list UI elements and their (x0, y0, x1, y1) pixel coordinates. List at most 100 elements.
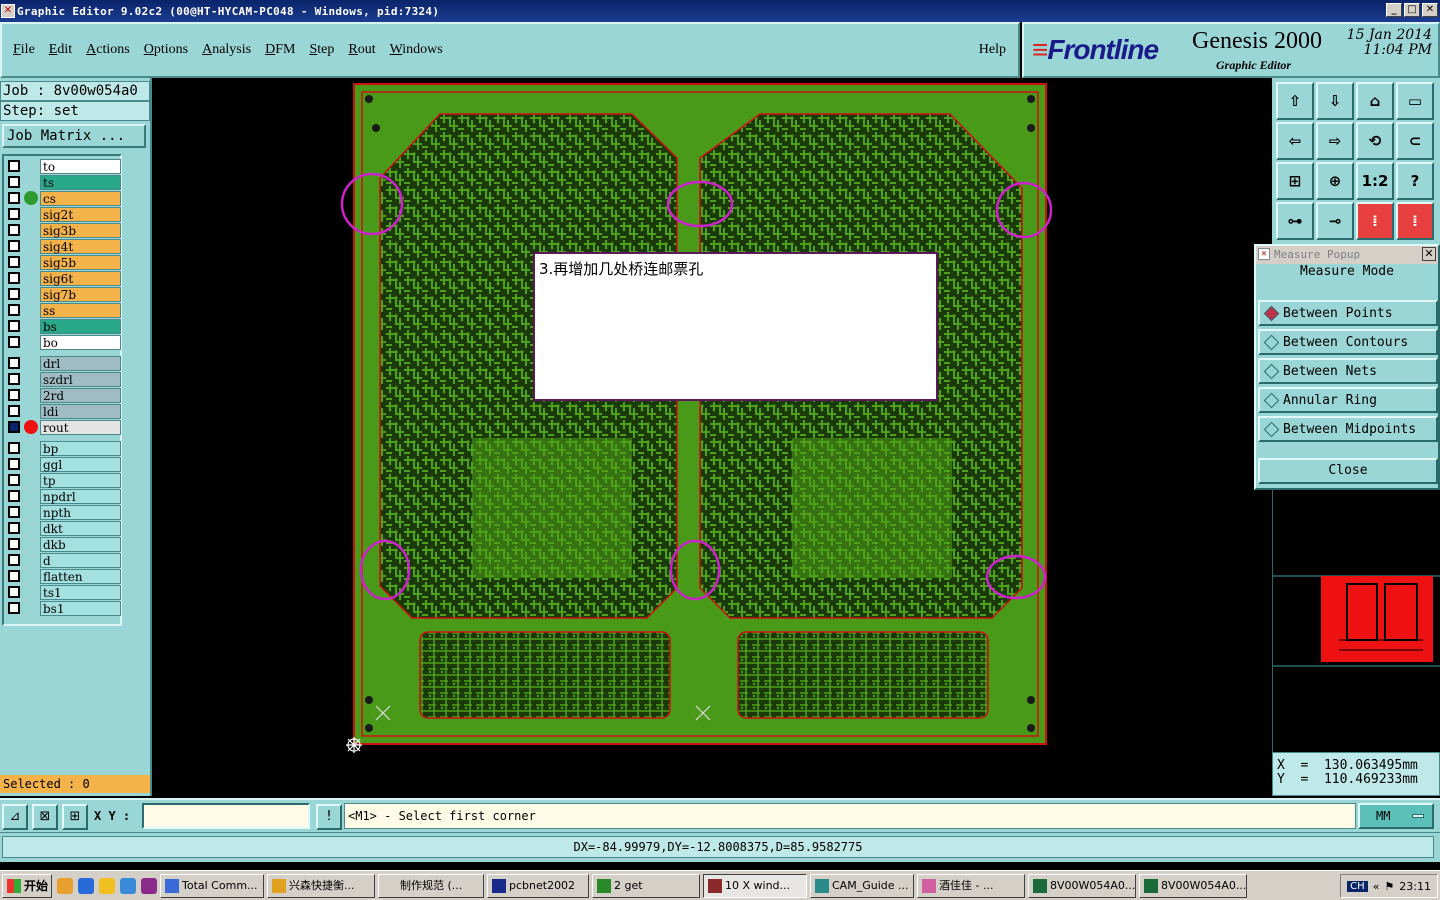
taskbar-item[interactable]: CAM_Guide ... (810, 873, 914, 898)
grid-mode-icon[interactable]: ⊞ (62, 804, 88, 830)
layer-checkbox[interactable] (8, 208, 20, 220)
fill-icon[interactable]: ⊞ (1276, 162, 1314, 200)
alert-icon[interactable]: ! (316, 804, 342, 830)
menu-analysis[interactable]: Analysis (195, 42, 258, 58)
pan-left-icon[interactable]: ⇦ (1276, 122, 1314, 160)
layer-checkbox[interactable] (8, 192, 20, 204)
layer-checkbox[interactable] (8, 176, 20, 188)
layer-row-ts1[interactable]: ts1 (5, 584, 121, 600)
measure-option-between-midpoints[interactable]: Between Midpoints (1258, 416, 1438, 442)
layer-display-indicator[interactable] (24, 569, 38, 583)
layer-display-indicator[interactable] (24, 388, 38, 402)
layer-display-indicator[interactable] (24, 404, 38, 418)
layer-display-indicator[interactable] (24, 175, 38, 189)
layer-display-indicator[interactable] (24, 585, 38, 599)
layer-name[interactable]: drl (40, 355, 121, 371)
layer-display-indicator[interactable] (24, 255, 38, 269)
layer-checkbox[interactable] (8, 442, 20, 454)
layer-checkbox[interactable] (8, 160, 20, 172)
layer-row-dkb[interactable]: dkb (5, 536, 121, 552)
layer-row-flatten[interactable]: flatten (5, 568, 121, 584)
layer-checkbox[interactable] (8, 224, 20, 236)
layer-checkbox[interactable] (8, 320, 20, 332)
layer-row-drl[interactable]: drl (5, 355, 121, 371)
layer-row-sig3b[interactable]: sig3b (5, 222, 121, 238)
minimize-button[interactable]: _ (1386, 3, 1402, 17)
layer-checkbox[interactable] (8, 405, 20, 417)
menu-edit[interactable]: Edit (42, 42, 79, 58)
menu-actions[interactable]: Actions (79, 42, 137, 58)
layer-name[interactable]: npth (40, 504, 121, 520)
layer-name[interactable]: tp (40, 472, 121, 488)
layer-display-indicator[interactable] (24, 319, 38, 333)
layer-checkbox[interactable] (8, 336, 20, 348)
layer-checkbox[interactable] (8, 554, 20, 566)
pcb-drawing[interactable] (152, 78, 1272, 796)
layer-row-ss[interactable]: ss (5, 302, 121, 318)
layer-name[interactable]: rout (40, 419, 121, 435)
xy-input[interactable] (142, 803, 310, 829)
layer-checkbox[interactable] (8, 373, 20, 385)
layer-name[interactable]: sig6t (40, 270, 121, 286)
layer-display-indicator[interactable] (24, 553, 38, 567)
layer-display-indicator[interactable] (24, 191, 38, 205)
menu-step[interactable]: Step (302, 42, 341, 58)
layer-display-indicator[interactable] (24, 303, 38, 317)
scale-icon[interactable]: 1:2 (1356, 162, 1394, 200)
units-select[interactable]: MM (1358, 803, 1434, 829)
layer-name[interactable]: sig4t (40, 238, 121, 254)
taskbar-item[interactable]: 8V00W054A0... (1139, 873, 1247, 898)
quicklaunch-app-icon[interactable] (57, 877, 73, 894)
layer-name[interactable]: sig5b (40, 254, 121, 270)
layer-checkbox[interactable] (8, 240, 20, 252)
layer-display-indicator[interactable] (24, 457, 38, 471)
layer-display-indicator[interactable] (24, 335, 38, 349)
layer-name[interactable]: bo (40, 334, 121, 350)
layer-name[interactable]: ts1 (40, 584, 121, 600)
layer-row-ggl[interactable]: ggl (5, 456, 121, 472)
layer-row-sig6t[interactable]: sig6t (5, 270, 121, 286)
layer-checkbox[interactable] (8, 272, 20, 284)
net-alt-icon[interactable]: ⁞ (1396, 202, 1434, 240)
layer-row-to[interactable]: to (5, 158, 121, 174)
layer-name[interactable]: bs1 (40, 600, 121, 616)
layer-name[interactable]: bp (40, 440, 121, 456)
layer-row-tp[interactable]: tp (5, 472, 121, 488)
graphic-canvas[interactable] (152, 78, 1272, 796)
zoom-window-icon[interactable]: ▭ (1396, 82, 1434, 120)
layer-display-indicator[interactable] (24, 441, 38, 455)
layer-row-ldi[interactable]: ldi (5, 403, 121, 419)
layer-row-bs[interactable]: bs (5, 318, 121, 334)
layer-row-sig4t[interactable]: sig4t (5, 238, 121, 254)
pan-right-icon[interactable]: ⇨ (1316, 122, 1354, 160)
zoom-home-icon[interactable]: ⇧ (1276, 82, 1314, 120)
taskbar-item[interactable]: Total Comm... (160, 873, 264, 898)
layer-checkbox[interactable] (8, 288, 20, 300)
zoom-in-icon[interactable]: ⇩ (1316, 82, 1354, 120)
layer-checkbox[interactable] (8, 602, 20, 614)
layer-checkbox[interactable] (8, 421, 20, 433)
key-icon[interactable]: ⊸ (1316, 202, 1354, 240)
layer-checkbox[interactable] (8, 490, 20, 502)
center-icon[interactable]: ⊕ (1316, 162, 1354, 200)
overview-panel[interactable] (1272, 490, 1440, 752)
menu-file[interactable]: File (6, 42, 42, 58)
menu-rout[interactable]: Rout (341, 42, 382, 58)
layer-row-szdrl[interactable]: szdrl (5, 371, 121, 387)
layer-row-sig2t[interactable]: sig2t (5, 206, 121, 222)
layer-row-bs1[interactable]: bs1 (5, 600, 121, 616)
layer-name[interactable]: szdrl (40, 371, 121, 387)
layer-name[interactable]: ldi (40, 403, 121, 419)
taskbar-item[interactable]: 兴森快捷衡... (267, 873, 375, 898)
measure-option-between-points[interactable]: Between Points (1258, 300, 1438, 326)
layer-row-bp[interactable]: bp (5, 440, 121, 456)
menu-dfm[interactable]: DFM (258, 42, 302, 58)
help-icon[interactable]: ? (1396, 162, 1434, 200)
layer-checkbox[interactable] (8, 389, 20, 401)
layer-display-indicator[interactable] (24, 223, 38, 237)
menu-options[interactable]: Options (137, 42, 195, 58)
taskbar-item[interactable]: 8V00W054A0... (1028, 873, 1136, 898)
layer-row-ts[interactable]: ts (5, 174, 121, 190)
snap-icon[interactable]: ⊂ (1396, 122, 1434, 160)
layer-display-indicator[interactable] (24, 601, 38, 615)
